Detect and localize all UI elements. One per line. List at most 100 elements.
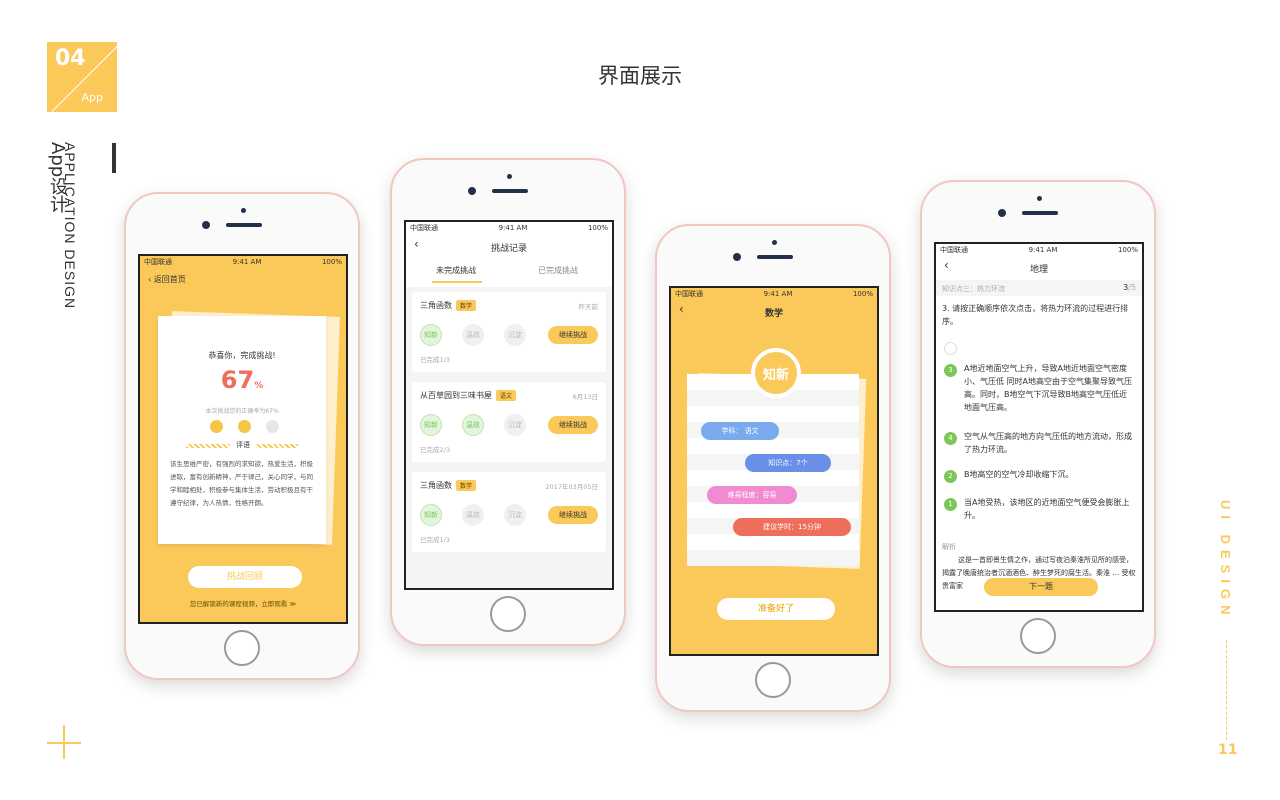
- continue-button[interactable]: 继续挑战: [548, 326, 598, 344]
- battery: 100%: [1117, 245, 1138, 254]
- home-button[interactable]: [224, 630, 260, 666]
- question-text: 3. 请按正确顺序依次点击，将热力环流的过程进行排序。: [942, 304, 1129, 326]
- screen-title: 数学: [764, 309, 783, 319]
- score-unit: %: [254, 381, 264, 391]
- record-date: 2017年03月05日: [545, 483, 598, 491]
- battery: 100%: [852, 289, 873, 298]
- stage-step: 沉淀: [504, 324, 526, 346]
- knowledge-bar: 知识点三：热力环流 3/5: [936, 280, 1142, 296]
- status-bar: 中国联通 9:41 AM 100%: [671, 288, 877, 299]
- record-name: 三角函数: [420, 481, 452, 490]
- camera-icon: [202, 221, 210, 229]
- section-label: App: [81, 91, 104, 104]
- accuracy-note: 本次挑战您的正确率为67%: [205, 408, 279, 415]
- stage-step: 温故: [462, 324, 484, 346]
- sensor: [1037, 196, 1042, 201]
- record-card[interactable]: 三角函数 数学 2017年03月05日知新 温故 沉淀 继续挑战已完成1/3: [412, 472, 606, 552]
- battery: 100%: [321, 257, 342, 266]
- continue-button[interactable]: 继续挑战: [548, 416, 598, 434]
- speaker: [226, 223, 262, 227]
- stage-step: 沉淀: [504, 504, 526, 526]
- medal-icon: [238, 420, 251, 433]
- time: 9:41 AM: [1028, 245, 1058, 254]
- home-button[interactable]: [490, 596, 526, 632]
- tab-underline: [432, 281, 482, 283]
- difficulty-pill: 难易程度：容易: [707, 486, 797, 504]
- home-button[interactable]: [1020, 618, 1056, 654]
- time: 9:41 AM: [232, 257, 262, 266]
- page-number: 11: [1218, 742, 1238, 758]
- order-number[interactable]: 4: [944, 432, 957, 445]
- option-text[interactable]: B地高空的空气冷却收缩下沉。: [964, 468, 1134, 481]
- status-bar: 中国联通 9:41 AM 100%: [140, 256, 346, 267]
- record-title: 三角函数 数学: [420, 300, 477, 311]
- status-bar: 中国联通 9:41 AM 100%: [936, 244, 1142, 255]
- screen-quiz: 中国联通 9:41 AM 100% ‹ 地理 知识点三：热力环流 3/5 3. …: [934, 242, 1144, 612]
- record-progress: 已完成1/3: [420, 356, 450, 364]
- screen-title: 地理: [1029, 265, 1048, 275]
- unlock-link[interactable]: 您已解锁新的课程视频，立即观看 ≫: [140, 598, 346, 608]
- order-number[interactable]: 2: [944, 470, 957, 483]
- record-name: 三角函数: [420, 301, 452, 310]
- side-bar: [112, 143, 116, 173]
- sensor: [507, 174, 512, 179]
- sensor: [241, 208, 246, 213]
- speaker: [1022, 211, 1058, 215]
- option-text[interactable]: A地近地面空气上升，导致A地近地面空气密度小、气压低 同时A地高空由于空气集聚导…: [964, 362, 1134, 414]
- record-date: 昨天前: [578, 303, 599, 311]
- tab-complete[interactable]: 已完成挑战: [538, 265, 578, 276]
- tab-incomplete[interactable]: 未完成挑战: [436, 265, 476, 276]
- camera-icon: [998, 209, 1006, 217]
- order-number[interactable]: 3: [944, 364, 957, 377]
- score: 67%: [158, 366, 326, 394]
- sensor: [772, 240, 777, 245]
- back-button[interactable]: ‹ 返回首页: [148, 274, 186, 285]
- stage-step: 温故: [462, 504, 484, 526]
- option-text[interactable]: 空气从气压高的地方向气压低的地方流动，形成了热力环流。: [964, 430, 1134, 456]
- duration-pill: 建议学时：15分钟: [733, 518, 851, 536]
- stage-step: 知新: [420, 504, 442, 526]
- status-bar: 中国联通 9:41 AM 100%: [406, 222, 612, 233]
- empty-slot[interactable]: [944, 342, 957, 355]
- screen-title: 挑战记录: [490, 244, 527, 254]
- record-title: 从百草园到三味书屋 语文: [420, 390, 517, 401]
- phone-result: 中国联通 9:41 AM 100% ‹ 返回首页 恭喜你，完成挑战! 67% 本…: [124, 192, 360, 680]
- record-card[interactable]: 三角函数 数学 昨天前知新 温故 沉淀 继续挑战已完成1/3: [412, 292, 606, 372]
- result-card: 恭喜你，完成挑战! 67% 本次挑战您的正确率为67% 评语 该生思维严密，有强…: [158, 316, 326, 544]
- knowledge-pill: 知识点：7个: [745, 454, 831, 472]
- home-button[interactable]: [755, 662, 791, 698]
- record-card[interactable]: 从百草园到三味书屋 语文 6月13日 知新 温故 沉淀 继续挑战 已完成2/3: [412, 382, 606, 462]
- subject-tag: 数学: [456, 300, 477, 311]
- phone-records: 中国联通 9:41 AM 100% ‹ 挑战记录 未完成挑战 已完成挑战 三角函…: [390, 158, 626, 646]
- time: 9:41 AM: [763, 289, 793, 298]
- carrier: 中国联通: [940, 245, 968, 254]
- option-text[interactable]: 当A地受热，该地区的近地面空气便受会膨胀上升。: [964, 496, 1134, 522]
- ready-button[interactable]: 准备好了: [717, 598, 835, 620]
- score-value: 67: [220, 366, 255, 394]
- record-title: 三角函数 数学: [420, 480, 477, 491]
- record-date: 6月13日: [572, 393, 598, 401]
- header: ‹ 挑战记录 未完成挑战 已完成挑战: [406, 233, 612, 287]
- screen-records: 中国联通 9:41 AM 100% ‹ 挑战记录 未完成挑战 已完成挑战 三角函…: [404, 220, 614, 590]
- back-label: 返回首页: [153, 275, 186, 284]
- stage-step: 知新: [420, 414, 442, 436]
- subject-tag: 语文: [496, 390, 517, 401]
- camera-icon: [468, 187, 476, 195]
- continue-button[interactable]: 继续挑战: [548, 506, 598, 524]
- stage-step: 知新: [420, 324, 442, 346]
- screen-intro: 中国联通 9:41 AM 100% ‹ 数学 知新 学科： 语文 知识点：7个 …: [669, 286, 879, 656]
- question-counter: 3/5: [1123, 283, 1136, 292]
- stage-badge: 知新: [751, 348, 801, 398]
- analysis-title: 解析: [942, 543, 956, 551]
- time: 9:41 AM: [498, 223, 528, 232]
- subject-pill: 学科： 语文: [701, 422, 779, 440]
- speaker: [757, 255, 793, 259]
- medal-icon-locked: [266, 420, 279, 433]
- order-number[interactable]: 1: [944, 498, 957, 511]
- review-button[interactable]: 挑战回顾: [188, 566, 302, 588]
- stage-step: 沉淀: [504, 414, 526, 436]
- next-button[interactable]: 下一题: [984, 578, 1098, 596]
- ui-design-label: UI DESIGN: [1218, 500, 1233, 621]
- record-progress: 已完成1/3: [420, 536, 450, 544]
- page-title: 界面展示: [598, 64, 682, 88]
